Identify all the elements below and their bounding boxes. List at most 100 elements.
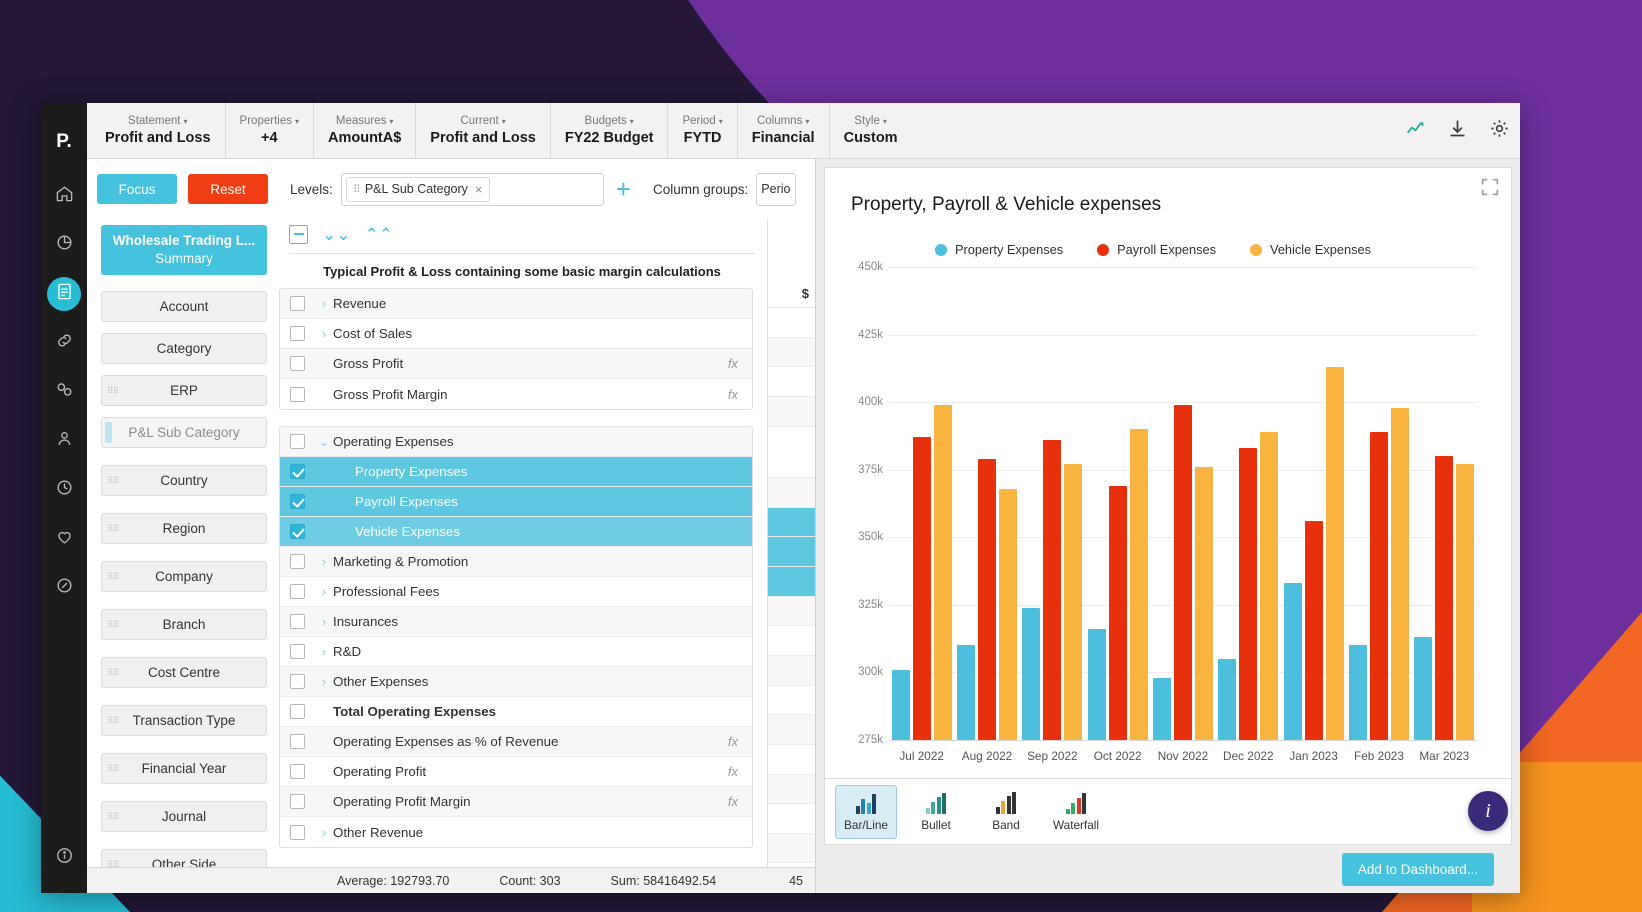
table-row[interactable]: Gross Profit Margin fx xyxy=(280,379,752,409)
menu-group-period[interactable]: Period ▾ FYTD xyxy=(668,103,738,158)
table-row[interactable]: Vehicle Expenses xyxy=(280,517,752,547)
menu-group-columns[interactable]: Columns ▾ Financial xyxy=(738,103,830,158)
data-cell[interactable] xyxy=(768,396,815,427)
data-cell[interactable] xyxy=(768,626,815,656)
chart-bar[interactable] xyxy=(1064,464,1083,740)
levels-input[interactable]: ⠿ P&L Sub Category × xyxy=(340,172,604,206)
chart-bar[interactable] xyxy=(912,437,931,740)
row-checkbox[interactable] xyxy=(290,554,305,569)
row-checkbox[interactable] xyxy=(290,674,305,689)
chart-bar[interactable] xyxy=(1283,583,1302,740)
rail-item-tag[interactable] xyxy=(47,375,81,409)
chevron-down-icon[interactable]: ⌄ xyxy=(315,434,333,450)
data-cell[interactable] xyxy=(768,833,815,864)
menu-group-budgets[interactable]: Budgets ▾ FY22 Budget xyxy=(551,103,669,158)
rail-item-users[interactable] xyxy=(47,424,81,458)
chart-type-band[interactable]: Band xyxy=(975,785,1037,839)
chart-bar[interactable] xyxy=(891,669,910,740)
row-checkbox[interactable] xyxy=(290,434,305,449)
row-checkbox[interactable] xyxy=(290,704,305,719)
rail-item-history[interactable] xyxy=(47,473,81,507)
data-cell[interactable] xyxy=(768,537,815,567)
info-fab-button[interactable]: i xyxy=(1468,791,1508,831)
table-row[interactable]: Operating Expenses as % of Revenue fx xyxy=(280,727,752,757)
entity-summary-card[interactable]: Wholesale Trading L... Summary xyxy=(101,225,267,276)
row-checkbox[interactable] xyxy=(290,386,305,402)
rail-item-info[interactable] xyxy=(47,841,81,875)
chart-bar[interactable] xyxy=(1022,607,1041,740)
table-row[interactable]: Operating Profit fx xyxy=(280,757,752,787)
chart-bar[interactable] xyxy=(1087,629,1106,740)
menu-group-properties[interactable]: Properties ▾ +4 xyxy=(226,103,314,158)
table-row[interactable]: › Marketing & Promotion xyxy=(280,547,752,577)
row-checkbox[interactable] xyxy=(290,464,305,479)
chart-bar[interactable] xyxy=(1304,521,1323,740)
rail-item-analytics[interactable] xyxy=(47,228,81,262)
chart-type-waterfall[interactable]: Waterfall xyxy=(1045,785,1107,839)
row-checkbox[interactable] xyxy=(290,824,305,840)
dimension-branch[interactable]: ⠿⠿ Branch xyxy=(101,609,267,641)
chart-bar[interactable] xyxy=(1129,429,1148,740)
dimension-financial-year[interactable]: ⠿⠿ Financial Year xyxy=(101,753,267,785)
data-cell[interactable] xyxy=(768,596,815,627)
data-cell[interactable] xyxy=(768,307,815,338)
dimension-cost-centre[interactable]: ⠿⠿ Cost Centre xyxy=(101,657,267,689)
dimension-pl-sub-category[interactable]: P&L Sub Category xyxy=(101,417,267,449)
reset-button[interactable]: Reset xyxy=(188,174,268,204)
data-cell[interactable] xyxy=(768,507,815,538)
close-icon[interactable]: × xyxy=(475,182,483,197)
chevron-right-icon[interactable]: › xyxy=(315,644,333,659)
chart-bar[interactable] xyxy=(933,404,952,740)
chart-type-bar-line[interactable]: Bar/Line xyxy=(835,784,897,839)
chevron-double-up-icon[interactable]: ⌃⌃ xyxy=(365,226,394,243)
legend-item-vehicle[interactable]: Vehicle Expenses xyxy=(1249,242,1371,257)
chart-bar[interactable] xyxy=(1456,464,1475,740)
table-row[interactable]: › Insurances xyxy=(280,607,752,637)
chevron-right-icon[interactable]: › xyxy=(315,614,333,629)
chart-bar[interactable] xyxy=(1390,407,1409,740)
chart-bar[interactable] xyxy=(1152,677,1171,740)
dimension-journal[interactable]: ⠿⠿ Journal xyxy=(101,801,267,833)
chart-toggle-button[interactable] xyxy=(1394,103,1436,158)
expand-icon[interactable] xyxy=(1479,176,1501,198)
dimension-transaction-type[interactable]: ⠿⠿ Transaction Type xyxy=(101,705,267,737)
data-cell[interactable] xyxy=(768,744,815,775)
data-cell[interactable] xyxy=(768,566,815,597)
chart-bar[interactable] xyxy=(1218,658,1237,740)
table-row[interactable]: › R&D xyxy=(280,637,752,667)
table-row[interactable]: Operating Profit Margin fx xyxy=(280,787,752,817)
table-row[interactable]: › Professional Fees xyxy=(280,577,752,607)
chevron-double-down-icon[interactable]: ⌄⌄ xyxy=(322,226,351,243)
chart-bar[interactable] xyxy=(998,488,1017,740)
legend-item-property[interactable]: Property Expenses xyxy=(934,242,1063,257)
download-button[interactable] xyxy=(1436,103,1478,158)
data-cell[interactable] xyxy=(768,337,815,368)
dimension-erp[interactable]: ⠿⠿ ERP xyxy=(101,375,267,407)
menu-group-style[interactable]: Style ▾ Custom xyxy=(830,103,912,158)
chart-bar[interactable] xyxy=(1194,467,1213,740)
dimension-account[interactable]: Account xyxy=(101,291,267,323)
row-checkbox[interactable] xyxy=(290,356,305,371)
settings-button[interactable] xyxy=(1478,103,1520,158)
chart-bar[interactable] xyxy=(1043,439,1062,740)
collapse-icon[interactable] xyxy=(289,224,308,244)
chevron-right-icon[interactable]: › xyxy=(315,296,333,311)
chart-bar[interactable] xyxy=(1239,448,1258,740)
add-level-button[interactable]: + xyxy=(616,176,631,202)
chevron-right-icon[interactable]: › xyxy=(315,584,333,599)
chart-bar[interactable] xyxy=(1369,431,1388,740)
chart-bar[interactable] xyxy=(1173,404,1192,740)
rail-item-link[interactable] xyxy=(47,326,81,360)
row-checkbox[interactable] xyxy=(290,326,305,341)
chart-bar[interactable] xyxy=(1325,367,1344,740)
chart-type-bullet[interactable]: Bullet xyxy=(905,785,967,839)
data-cell[interactable] xyxy=(768,715,815,745)
row-checkbox[interactable] xyxy=(290,584,305,599)
data-cell[interactable] xyxy=(768,774,815,805)
chart-bar[interactable] xyxy=(1108,485,1127,740)
table-row[interactable]: ⌄ Operating Expenses xyxy=(280,427,752,457)
row-checkbox[interactable] xyxy=(290,494,305,509)
chart-bar[interactable] xyxy=(1260,431,1279,740)
chart-bar[interactable] xyxy=(1435,456,1454,740)
table-row[interactable]: › Revenue xyxy=(280,289,752,319)
